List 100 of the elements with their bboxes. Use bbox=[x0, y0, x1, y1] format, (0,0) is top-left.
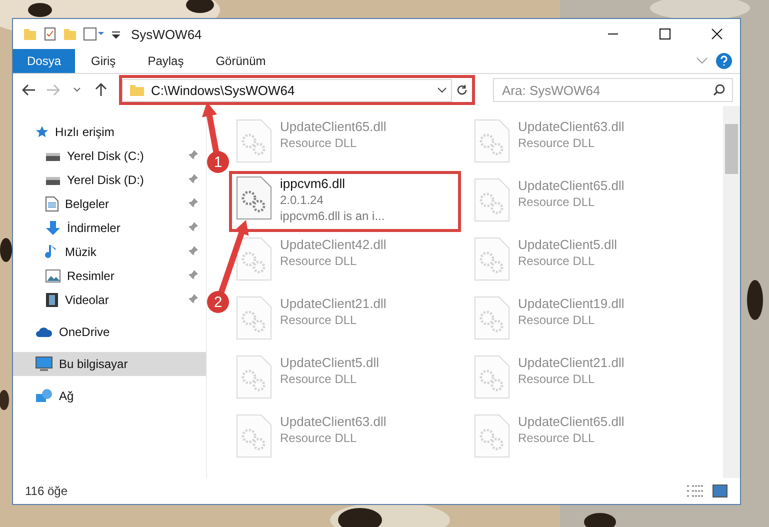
ribbon-tab[interactable]: Görünüm bbox=[200, 49, 282, 73]
file-detail: Resource DLL bbox=[518, 313, 596, 327]
gear-file-icon bbox=[236, 414, 272, 458]
gear-file-icon bbox=[474, 355, 510, 399]
computer-icon bbox=[35, 356, 53, 372]
sidebar-item[interactable]: Videolar bbox=[13, 288, 206, 312]
pin-icon[interactable] bbox=[188, 294, 198, 304]
file-detail: Resource DLL bbox=[280, 136, 358, 150]
file-name: UpdateClient21.dll bbox=[518, 355, 624, 370]
file-detail: Resource DLL bbox=[280, 254, 358, 268]
file-name: UpdateClient63.dll bbox=[518, 119, 624, 134]
caret-icon bbox=[437, 87, 447, 93]
address-field[interactable]: C:\Windows\SysWOW64 bbox=[122, 78, 452, 102]
file-name: UpdateClient42.dll bbox=[280, 237, 386, 252]
sidebar-item[interactable]: Belgeler bbox=[13, 192, 206, 216]
scrollbar[interactable] bbox=[723, 106, 740, 478]
properties-icon[interactable] bbox=[43, 27, 57, 41]
gear-file-icon bbox=[236, 296, 272, 340]
gear-file-icon bbox=[474, 178, 510, 222]
fur-spot-drawing bbox=[584, 513, 616, 527]
fur-spot-drawing bbox=[747, 280, 763, 320]
window-title: SysWOW64 bbox=[131, 26, 203, 42]
maximize-icon bbox=[659, 28, 671, 40]
file-name: UpdateClient19.dll bbox=[518, 296, 624, 311]
gear-file-icon bbox=[236, 355, 272, 399]
file-name: UpdateClient21.dll bbox=[280, 296, 386, 311]
sidebar-item[interactable]: OneDrive bbox=[13, 320, 206, 344]
pin-icon[interactable] bbox=[188, 222, 198, 232]
step-number: 1 bbox=[214, 154, 222, 171]
chevron-down-icon[interactable] bbox=[696, 57, 708, 65]
film-icon bbox=[45, 292, 59, 308]
help-icon[interactable] bbox=[716, 53, 732, 69]
pin-icon[interactable] bbox=[188, 270, 198, 280]
star-icon bbox=[35, 125, 49, 139]
file-detail: Resource DLL bbox=[518, 254, 596, 268]
large-icons-view-icon[interactable] bbox=[712, 484, 728, 498]
back-arrow-icon bbox=[22, 84, 36, 96]
file-name: ippcvm6.dll bbox=[280, 176, 346, 191]
ribbon-tab[interactable]: Paylaş bbox=[132, 49, 200, 73]
file-detail: Resource DLL bbox=[518, 372, 596, 386]
file-name: UpdateClient5.dll bbox=[280, 355, 380, 370]
cloud-icon bbox=[35, 326, 53, 338]
layout-icon[interactable] bbox=[83, 27, 105, 41]
pin-icon[interactable] bbox=[188, 150, 198, 160]
pictures-icon bbox=[45, 269, 61, 283]
drive-icon bbox=[45, 150, 61, 162]
file-detail: Resource DLL bbox=[518, 431, 596, 445]
forward-arrow-icon bbox=[46, 84, 60, 96]
up-arrow-icon bbox=[95, 83, 107, 97]
file-name: UpdateClient65.dll bbox=[280, 119, 386, 134]
sidebar-item[interactable]: Hızlı erişim bbox=[13, 120, 206, 144]
sidebar-item[interactable]: Ağ bbox=[13, 384, 206, 408]
document-icon bbox=[45, 196, 59, 212]
sidebar-item[interactable]: Yerel Disk (C:) bbox=[13, 144, 206, 168]
file-name: UpdateClient5.dll bbox=[518, 237, 618, 252]
caret-icon bbox=[73, 87, 81, 93]
new-folder-icon[interactable] bbox=[63, 27, 77, 41]
gear-file-icon bbox=[474, 296, 510, 340]
file-detail: ippcvm6.dll is an i... bbox=[280, 209, 385, 223]
sidebar-item[interactable]: İndirmeler bbox=[13, 216, 206, 240]
sidebar-item[interactable]: Müzik bbox=[13, 240, 206, 264]
file-detail: Resource DLL bbox=[280, 431, 358, 445]
item-count: 116 öğe bbox=[25, 484, 68, 498]
fur-spot-drawing bbox=[0, 238, 12, 262]
gear-file-icon bbox=[474, 237, 510, 281]
file-name: UpdateClient63.dll bbox=[280, 414, 386, 429]
fur-spot-drawing bbox=[0, 390, 9, 410]
gear-file-icon bbox=[236, 119, 272, 163]
scroll-thumb[interactable] bbox=[725, 124, 738, 174]
file-detail: Resource DLL bbox=[280, 313, 358, 327]
file-detail: Resource DLL bbox=[518, 195, 596, 209]
close-icon bbox=[711, 28, 723, 40]
pin-icon[interactable] bbox=[188, 198, 198, 208]
step-number: 2 bbox=[214, 294, 222, 311]
file-name: UpdateClient65.dll bbox=[518, 414, 624, 429]
gear-file-icon bbox=[236, 176, 272, 220]
music-note-icon bbox=[45, 244, 59, 260]
refresh-icon bbox=[456, 84, 468, 96]
search-icon bbox=[713, 84, 725, 96]
network-icon bbox=[35, 388, 53, 404]
sidebar-item[interactable]: Bu bilgisayar bbox=[13, 352, 206, 376]
ribbon-tab[interactable]: Giriş bbox=[75, 49, 132, 73]
drive-icon bbox=[45, 174, 61, 186]
file-detail: 2.0.1.24 bbox=[280, 193, 324, 207]
details-view-icon[interactable] bbox=[686, 484, 704, 498]
search-field[interactable]: Ara: SysWOW64 bbox=[493, 78, 733, 102]
file-detail: Resource DLL bbox=[518, 136, 596, 150]
sidebar-item[interactable]: Resimler bbox=[13, 264, 206, 288]
download-icon bbox=[45, 220, 61, 236]
file-item[interactable]: ippcvm6.dll 2.0.1.24 ippcvm6.dll is an i... bbox=[229, 171, 461, 232]
file-detail: Resource DLL bbox=[280, 372, 358, 386]
gear-file-icon bbox=[236, 237, 272, 281]
pin-icon[interactable] bbox=[188, 174, 198, 184]
gear-file-icon bbox=[474, 119, 510, 163]
folder-icon bbox=[129, 83, 145, 97]
pin-icon[interactable] bbox=[188, 246, 198, 256]
folder-icon[interactable] bbox=[23, 27, 37, 41]
file-name: UpdateClient65.dll bbox=[518, 178, 624, 193]
file-tab[interactable]: Dosya bbox=[13, 49, 76, 73]
sidebar-item[interactable]: Yerel Disk (D:) bbox=[13, 168, 206, 192]
